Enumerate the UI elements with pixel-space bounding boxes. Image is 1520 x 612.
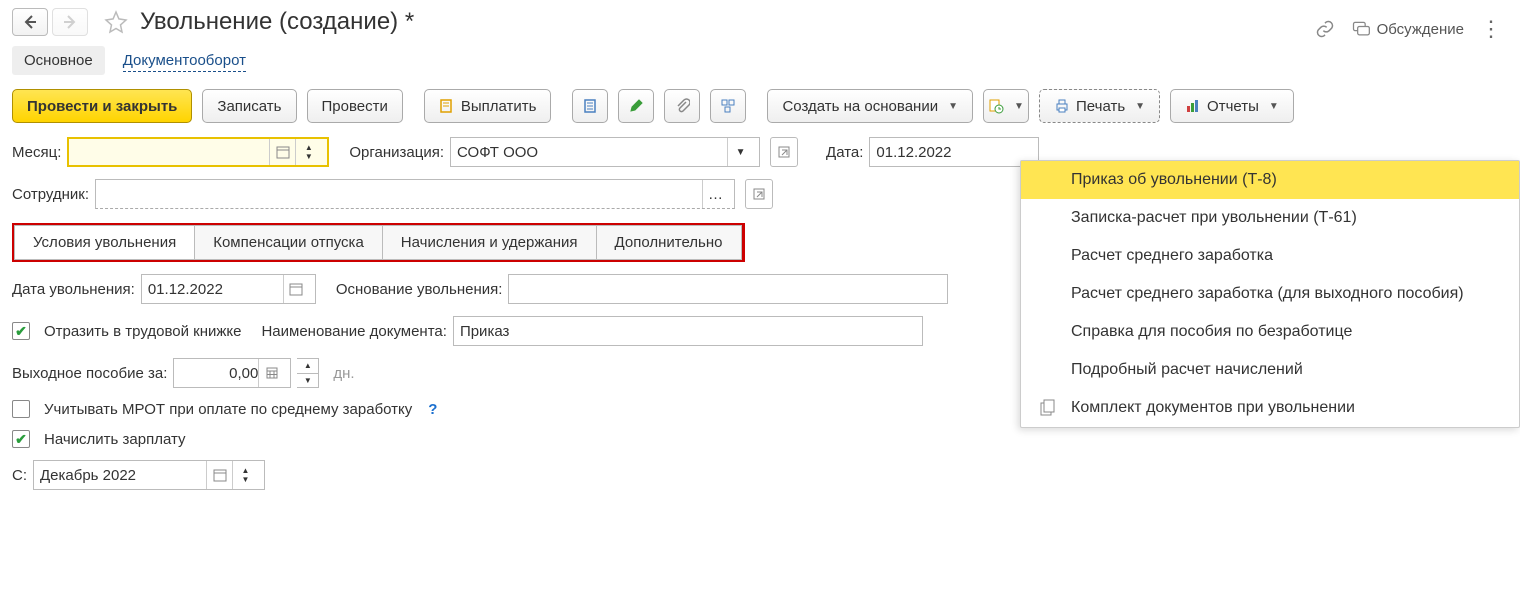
accrue-checkbox[interactable] bbox=[12, 430, 30, 448]
link-icon[interactable] bbox=[1315, 19, 1335, 39]
chevron-down-icon: ▼ bbox=[948, 101, 958, 112]
from-input[interactable]: Декабрь 2022 ▲▼ bbox=[33, 460, 265, 490]
toolbar-icon-structure[interactable] bbox=[710, 89, 746, 123]
save-button[interactable]: Записать bbox=[202, 89, 296, 123]
org-value[interactable]: СОФТ ООО bbox=[457, 144, 727, 161]
create-based-label: Создать на основании bbox=[782, 98, 938, 115]
tab-additional[interactable]: Дополнительно bbox=[596, 225, 742, 260]
print-menu-item-t61[interactable]: Записка-расчет при увольнении (Т-61) bbox=[1021, 199, 1519, 237]
date-input[interactable]: 01.12.2022 bbox=[869, 137, 1039, 167]
docname-label: Наименование документа: bbox=[261, 323, 446, 340]
print-menu: Приказ об увольнении (Т-8) Записка-расче… bbox=[1020, 160, 1520, 428]
reports-button[interactable]: Отчеты ▼ bbox=[1170, 89, 1294, 123]
toolbar-icon-edit[interactable] bbox=[618, 89, 654, 123]
month-label: Месяц: bbox=[12, 144, 61, 161]
org-open-button[interactable] bbox=[770, 137, 798, 167]
toolbar-icon-attach[interactable] bbox=[664, 89, 700, 123]
employee-input[interactable]: … bbox=[95, 179, 735, 209]
mrot-label: Учитывать МРОТ при оплате по среднему за… bbox=[44, 401, 412, 418]
chevron-down-icon: ▼ bbox=[1135, 101, 1145, 112]
calendar-icon[interactable] bbox=[283, 275, 309, 303]
print-menu-item-avg-severance[interactable]: Расчет среднего заработка (для выходного… bbox=[1021, 275, 1519, 313]
tab-compensations[interactable]: Компенсации отпуска bbox=[194, 225, 383, 260]
basis-input[interactable] bbox=[508, 274, 948, 304]
from-value[interactable]: Декабрь 2022 bbox=[40, 467, 206, 484]
tabs-highlight: Условия увольнения Компенсации отпуска Н… bbox=[12, 223, 745, 262]
mrot-checkbox[interactable] bbox=[12, 400, 30, 418]
reports-label: Отчеты bbox=[1207, 98, 1259, 115]
chevron-down-icon: ▼ bbox=[1014, 101, 1024, 112]
from-label: С: bbox=[12, 467, 27, 484]
workbook-checkbox[interactable] bbox=[12, 322, 30, 340]
org-input[interactable]: СОФТ ООО ▼ bbox=[450, 137, 760, 167]
nav-main[interactable]: Основное bbox=[12, 46, 105, 75]
back-button[interactable] bbox=[12, 8, 48, 36]
print-menu-item-t8[interactable]: Приказ об увольнении (Т-8) bbox=[1021, 161, 1519, 199]
severance-unit: дн. bbox=[333, 365, 354, 382]
month-input[interactable]: ▲▼ bbox=[67, 137, 329, 167]
docset-icon bbox=[1039, 399, 1057, 417]
toolbar-icon-clock[interactable]: ▼ bbox=[983, 89, 1029, 123]
forward-button[interactable] bbox=[52, 8, 88, 36]
calendar-icon[interactable] bbox=[206, 461, 232, 489]
print-menu-item-detailed[interactable]: Подробный расчет начислений bbox=[1021, 351, 1519, 389]
basis-label: Основание увольнения: bbox=[336, 281, 503, 298]
nav-docflow[interactable]: Документооборот bbox=[123, 50, 246, 72]
docname-input[interactable]: Приказ bbox=[453, 316, 923, 346]
post-and-close-button[interactable]: Провести и закрыть bbox=[12, 89, 192, 123]
print-menu-item-docset[interactable]: Комплект документов при увольнении bbox=[1021, 389, 1519, 427]
page-title: Увольнение (создание) * bbox=[140, 8, 414, 36]
workbook-label: Отразить в трудовой книжке bbox=[44, 323, 241, 340]
print-button[interactable]: Печать ▼ bbox=[1039, 89, 1160, 123]
print-menu-item-avg[interactable]: Расчет среднего заработка bbox=[1021, 237, 1519, 275]
employee-ellipsis-icon[interactable]: … bbox=[702, 180, 728, 208]
discuss-button[interactable]: Обсуждение bbox=[1351, 19, 1464, 39]
chevron-down-icon[interactable]: ▼ bbox=[727, 138, 753, 166]
dismissal-date-input[interactable]: 01.12.2022 bbox=[141, 274, 316, 304]
employee-label: Сотрудник: bbox=[12, 186, 89, 203]
pay-button[interactable]: Выплатить bbox=[424, 89, 552, 123]
print-menu-item-docset-label: Комплект документов при увольнении bbox=[1071, 399, 1355, 416]
severance-label: Выходное пособие за: bbox=[12, 365, 167, 382]
chevron-down-icon: ▼ bbox=[1269, 101, 1279, 112]
more-menu-icon[interactable]: ⋮ bbox=[1480, 16, 1502, 42]
favorite-star-icon[interactable] bbox=[102, 8, 130, 36]
date-label: Дата: bbox=[826, 144, 863, 161]
discuss-label: Обсуждение bbox=[1377, 21, 1464, 38]
print-label: Печать bbox=[1076, 98, 1125, 115]
month-spinner[interactable]: ▲▼ bbox=[295, 139, 321, 165]
severance-spinner[interactable]: ▲▼ bbox=[297, 358, 319, 388]
tab-conditions[interactable]: Условия увольнения bbox=[14, 225, 195, 260]
calculator-icon[interactable] bbox=[258, 359, 284, 387]
severance-value[interactable]: 0,00 bbox=[180, 365, 258, 382]
help-icon[interactable]: ? bbox=[428, 401, 437, 418]
dismissal-date-label: Дата увольнения: bbox=[12, 281, 135, 298]
tab-accruals[interactable]: Начисления и удержания bbox=[382, 225, 597, 260]
from-spinner[interactable]: ▲▼ bbox=[232, 461, 258, 489]
pay-label: Выплатить bbox=[461, 98, 537, 115]
create-based-button[interactable]: Создать на основании ▼ bbox=[767, 89, 973, 123]
dismissal-date-value[interactable]: 01.12.2022 bbox=[148, 281, 283, 298]
print-menu-item-unemployment[interactable]: Справка для пособия по безработице bbox=[1021, 313, 1519, 351]
accrue-label: Начислить зарплату bbox=[44, 431, 186, 448]
severance-input[interactable]: 0,00 bbox=[173, 358, 291, 388]
toolbar-icon-doc[interactable] bbox=[572, 89, 608, 123]
post-button[interactable]: Провести bbox=[307, 89, 403, 123]
org-label: Организация: bbox=[349, 144, 444, 161]
date-value[interactable]: 01.12.2022 bbox=[876, 144, 951, 161]
employee-open-button[interactable] bbox=[745, 179, 773, 209]
calendar-icon[interactable] bbox=[269, 139, 295, 165]
